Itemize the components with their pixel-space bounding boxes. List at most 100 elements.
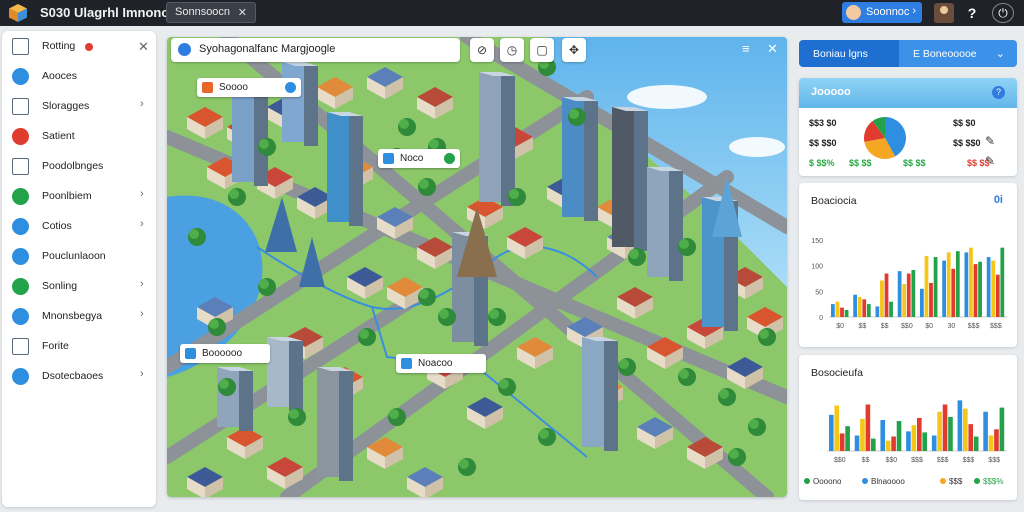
bar	[844, 309, 849, 317]
map-title-box[interactable]: Syohagonalfanc Margjoogle	[171, 38, 460, 62]
y-tick-label: 0	[819, 315, 823, 322]
pencil-icon	[12, 158, 29, 175]
bar	[880, 420, 886, 451]
tower-side	[239, 371, 253, 431]
tower-side	[634, 111, 648, 251]
bar	[920, 288, 924, 317]
project-select[interactable]: Sonnsoocn ✕	[166, 2, 256, 23]
bar	[942, 260, 947, 317]
tower-side	[501, 76, 515, 206]
tab-details[interactable]: E Boneooooe ⌄	[899, 40, 1017, 67]
map-label-c-text: Boooooo	[202, 348, 243, 359]
power-icon[interactable]: ⏻	[992, 3, 1014, 23]
legend-label: $$$	[949, 477, 963, 486]
user-menu-label: Soonnoc	[866, 6, 910, 18]
tree-highlight	[569, 109, 579, 119]
sidebar-item[interactable]: Satient	[2, 123, 156, 151]
x-tick-label: $$$	[988, 457, 1000, 464]
circle-icon	[12, 188, 29, 205]
map-label-b[interactable]: Noco	[378, 149, 460, 168]
menu-icon[interactable]: ≡	[742, 41, 750, 56]
tower-side	[669, 171, 683, 281]
sidebar-item-label: Aooces	[42, 70, 78, 82]
tab-details-label: E Boneooooe	[913, 48, 977, 60]
cube-logo-icon	[9, 4, 27, 22]
pencil-icon[interactable]: ✎	[985, 134, 995, 148]
map-location-icon	[178, 43, 191, 56]
bar	[831, 304, 835, 317]
user-avatar	[846, 5, 861, 20]
user-menu-button[interactable]: Soonnoc ›	[842, 2, 922, 23]
sidebar-item[interactable]: Sonling ›	[2, 273, 156, 301]
tower-side	[339, 371, 353, 481]
legend-label: Oooono	[813, 477, 842, 486]
tower-side	[584, 101, 598, 221]
sidebar-item-label: Satient	[42, 130, 75, 142]
sidebar-item[interactable]: Aooces	[2, 63, 156, 91]
chevron-down-icon: ⌄	[995, 48, 1005, 60]
tree-highlight	[489, 309, 499, 319]
chevron-right-icon: ›	[140, 278, 144, 290]
circle-icon	[12, 68, 29, 85]
bar	[865, 404, 871, 451]
overview-panel: Jooooo ? $$3 $0 $$ $$0 $ $$% $$ $$ $$ $0…	[799, 78, 1017, 176]
list-icon	[12, 98, 29, 115]
sidebar-item[interactable]: Dsotecbaoes ›	[2, 363, 156, 391]
tree-highlight	[209, 319, 219, 329]
map-label-c[interactable]: Boooooo	[180, 344, 270, 363]
tree-highlight	[679, 239, 689, 249]
profile-avatar[interactable]	[934, 3, 954, 23]
legend-dot	[862, 478, 868, 484]
marker-icon	[401, 358, 412, 369]
bar	[871, 438, 876, 451]
bar	[983, 411, 988, 451]
tower-side	[289, 341, 303, 411]
bar	[917, 417, 922, 451]
sidebar-item[interactable]: Mnonsbegya ›	[2, 303, 156, 331]
document-icon	[12, 38, 29, 55]
map-canvas[interactable]	[167, 37, 787, 497]
clock-icon[interactable]: ◷	[500, 38, 524, 62]
tree-highlight	[439, 309, 449, 319]
tower	[267, 337, 289, 407]
bookmark-icon[interactable]: ▢	[530, 38, 554, 62]
tree-highlight	[539, 429, 549, 439]
legend-label: Blnaoooo	[871, 477, 905, 486]
close-map-icon[interactable]: ✕	[767, 41, 778, 57]
circle-icon	[12, 248, 29, 265]
sidebar-item[interactable]: Forite	[2, 333, 156, 361]
tower	[282, 62, 304, 142]
bar	[931, 435, 937, 451]
map-label-d[interactable]: Noacoo	[396, 354, 486, 373]
sidebar-item[interactable]: Pouclunlaoon	[2, 243, 156, 271]
map-label-a[interactable]: Soooo	[197, 78, 301, 97]
sidebar-item-label: Sloragges	[42, 100, 90, 112]
city-map[interactable]	[167, 37, 787, 497]
bar	[946, 252, 951, 317]
expand-icon[interactable]: ✥	[562, 38, 586, 62]
sidebar-item[interactable]: Sloragges ›	[2, 93, 156, 121]
navigation-icon[interactable]: ⊘	[470, 38, 494, 62]
tower	[479, 72, 501, 202]
tower	[327, 112, 349, 222]
marker-icon	[185, 348, 196, 359]
x-tick-label: $$0	[901, 323, 913, 330]
tower	[317, 367, 339, 477]
x-tick-label: $$$	[990, 323, 1002, 330]
help-icon[interactable]: ?	[962, 3, 982, 23]
bar	[829, 414, 834, 451]
sidebar-item[interactable]: Poonlbiem ›	[2, 183, 156, 211]
sidebar-item[interactable]: Cotios ›	[2, 213, 156, 241]
chart2-panel: Bosocieufa $$0 $$ $$0 $$$ $$$ $$$ $$$ Oooono Bln…	[799, 355, 1017, 500]
tab-overview[interactable]: Boniau lgns	[799, 40, 899, 67]
sidebar-item[interactable]: Rotting	[2, 33, 156, 61]
tree-highlight	[189, 229, 199, 239]
tree-highlight	[679, 369, 689, 379]
circle-icon	[12, 278, 29, 295]
pencil-icon[interactable]: ✎	[985, 154, 995, 168]
sidebar-item[interactable]: Poodolbnges	[2, 153, 156, 181]
x-tick-label: $0	[836, 323, 844, 330]
x-tick-label: $$0	[885, 457, 897, 464]
bar	[957, 400, 963, 451]
tree-highlight	[429, 139, 439, 149]
